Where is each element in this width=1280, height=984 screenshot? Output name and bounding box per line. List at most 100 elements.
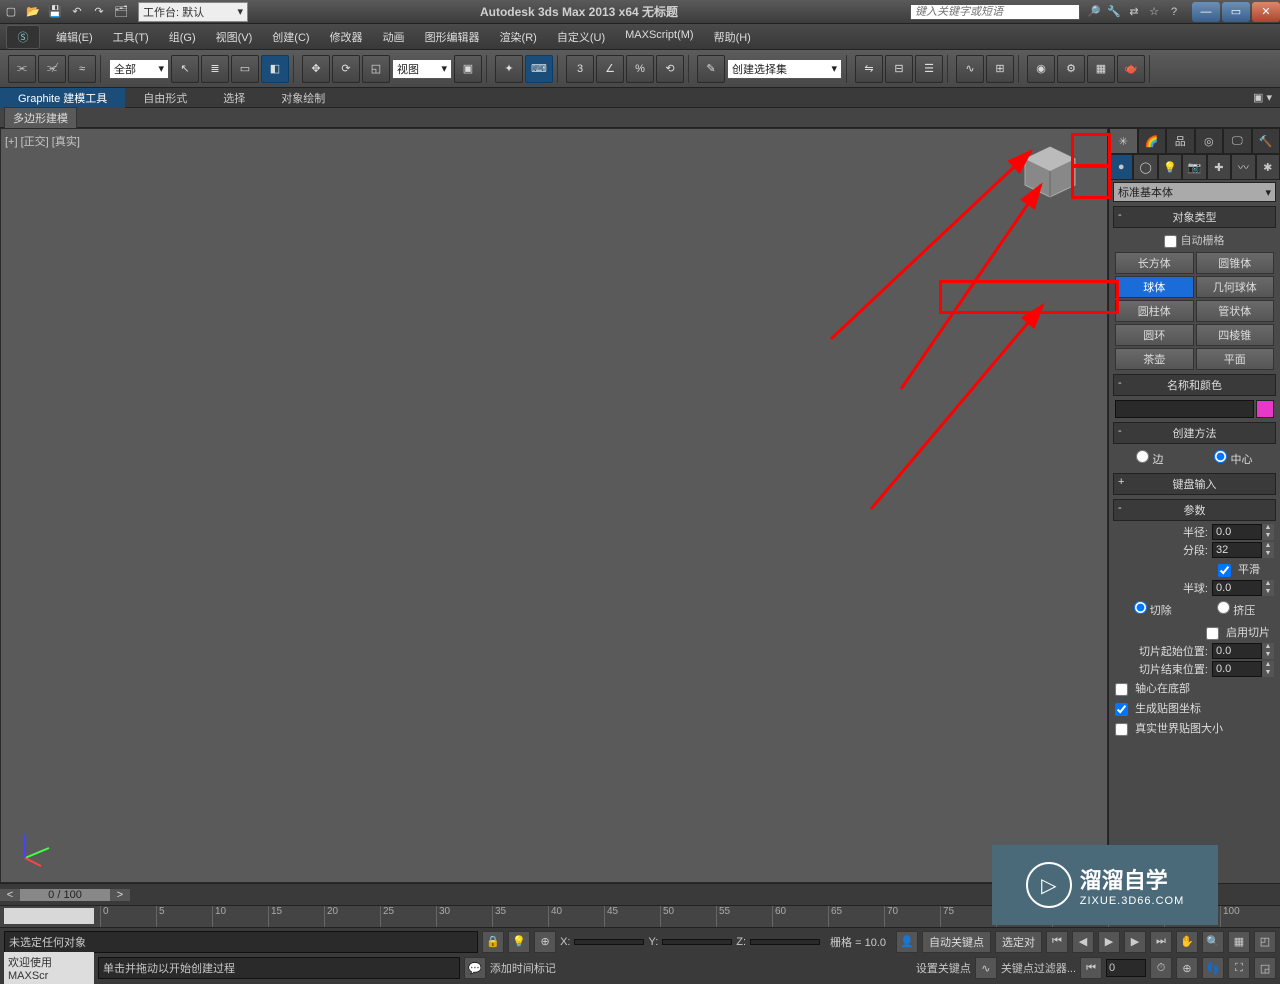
geosphere-button[interactable]: 几何球体 <box>1196 276 1275 298</box>
ribbon-dropdown-icon[interactable]: ▣ ▾ <box>1245 89 1280 106</box>
render-setup-icon[interactable]: ⚙ <box>1057 55 1085 83</box>
maximize-button[interactable]: ▭ <box>1222 2 1250 22</box>
slice-from-spinner[interactable]: 0.0▲▼ <box>1212 643 1274 659</box>
link-icon[interactable]: ⫘ <box>8 55 36 83</box>
geometry-icon[interactable]: ● <box>1109 154 1133 180</box>
slice-on-checkbox[interactable]: 启用切片 <box>1206 627 1270 639</box>
segments-spinner[interactable]: 32▲▼ <box>1212 542 1274 558</box>
close-button[interactable]: ✕ <box>1252 2 1280 22</box>
helpers-icon[interactable]: ✚ <box>1207 154 1231 180</box>
nav-zoom-icon[interactable]: 🔍 <box>1202 931 1224 953</box>
nav-orbit-icon[interactable]: ⊕ <box>1176 957 1198 979</box>
percent-snap-icon[interactable]: % <box>626 55 654 83</box>
real-world-checkbox[interactable]: 真实世界贴图大小 <box>1115 723 1223 735</box>
menu-maxscript[interactable]: MAXScript(M) <box>615 26 703 48</box>
time-tag-label[interactable]: 添加时间标记 <box>490 960 556 976</box>
next-frame-icon[interactable]: ▶ <box>1124 931 1146 953</box>
lock-selection-icon[interactable]: 🔒 <box>482 931 504 953</box>
viewcube[interactable] <box>1015 137 1085 207</box>
play-icon[interactable]: ▶ <box>1098 931 1120 953</box>
prev-frame-icon[interactable]: ◀ <box>1072 931 1094 953</box>
menu-view[interactable]: 视图(V) <box>206 26 263 48</box>
create-tab-icon[interactable]: ✳ <box>1109 128 1138 154</box>
selection-filter-dropdown[interactable]: 全部▾ <box>109 59 169 79</box>
mirror-icon[interactable]: ⇋ <box>855 55 883 83</box>
save-icon[interactable]: 💾 <box>45 2 65 22</box>
object-color-swatch[interactable] <box>1256 400 1274 418</box>
app-menu-button[interactable]: Ⓢ <box>6 25 40 49</box>
help-icon[interactable]: ? <box>1164 2 1184 22</box>
rect-select-icon[interactable]: ▭ <box>231 55 259 83</box>
workspace-dropdown[interactable]: 工作台: 默认▾ <box>138 2 248 22</box>
x-coord[interactable] <box>574 939 644 945</box>
menu-rendering[interactable]: 渲染(R) <box>490 26 547 48</box>
scale-icon[interactable]: ◱ <box>362 55 390 83</box>
poly-modeling-button[interactable]: 多边形建模 <box>4 107 77 129</box>
display-tab-icon[interactable]: 🖵 <box>1223 128 1252 154</box>
project-icon[interactable]: 🗂 <box>111 2 131 22</box>
new-icon[interactable]: ▢ <box>1 2 21 22</box>
slice-to-spinner[interactable]: 0.0▲▼ <box>1212 661 1274 677</box>
edge-radio[interactable]: 边 <box>1136 450 1163 467</box>
z-coord[interactable] <box>750 939 820 945</box>
isolate-icon[interactable]: 💡 <box>508 931 530 953</box>
window-crossing-icon[interactable]: ◧ <box>261 55 289 83</box>
current-frame-field[interactable]: 0 <box>1106 959 1146 977</box>
tube-button[interactable]: 管状体 <box>1196 300 1275 322</box>
select-icon[interactable]: ↖ <box>171 55 199 83</box>
menu-animation[interactable]: 动画 <box>373 26 415 48</box>
time-next-icon[interactable]: > <box>110 889 130 901</box>
nav-region-icon[interactable]: ◰ <box>1254 931 1276 953</box>
redo-icon[interactable]: ↷ <box>89 2 109 22</box>
category-dropdown[interactable]: 标准基本体▾ <box>1113 182 1276 202</box>
star-icon[interactable]: ☆ <box>1144 2 1164 22</box>
search-input[interactable] <box>910 4 1080 20</box>
render-icon[interactable]: 🫖 <box>1117 55 1145 83</box>
spacewarps-icon[interactable]: 〰 <box>1231 154 1255 180</box>
radius-spinner[interactable]: 0.0▲▼ <box>1212 524 1274 540</box>
base-pivot-checkbox[interactable]: 轴心在底部 <box>1115 683 1190 695</box>
viewport-label[interactable]: [+] [正交] [真实] <box>5 133 80 149</box>
time-thumb[interactable]: 0 / 100 <box>20 889 110 901</box>
rollout-object-type[interactable]: -对象类型 <box>1113 206 1276 228</box>
cameras-icon[interactable]: 📷 <box>1182 154 1206 180</box>
schematic-icon[interactable]: ⊞ <box>986 55 1014 83</box>
binoculars-icon[interactable]: 🔎 <box>1084 2 1104 22</box>
rollout-keyboard-entry[interactable]: +键盘输入 <box>1113 473 1276 495</box>
move-icon[interactable]: ✥ <box>302 55 330 83</box>
menu-edit[interactable]: 编辑(E) <box>46 26 103 48</box>
y-coord[interactable] <box>662 939 732 945</box>
tab-freeform[interactable]: 自由形式 <box>125 88 205 108</box>
shapes-icon[interactable]: ◯ <box>1133 154 1157 180</box>
torus-button[interactable]: 圆环 <box>1115 324 1194 346</box>
goto-end-icon[interactable]: ⏭ <box>1150 931 1172 953</box>
layers-icon[interactable]: ☰ <box>915 55 943 83</box>
named-selection-dropdown[interactable]: 创建选择集▾ <box>727 59 842 79</box>
key-toggle-icon[interactable]: ⏮ <box>1080 957 1102 979</box>
undo-icon[interactable]: ↶ <box>67 2 87 22</box>
cone-button[interactable]: 圆锥体 <box>1196 252 1275 274</box>
manipulate-icon[interactable]: ✦ <box>495 55 523 83</box>
autogrid-checkbox[interactable]: 自动栅格 <box>1109 230 1280 250</box>
hierarchy-tab-icon[interactable]: 品 <box>1166 128 1195 154</box>
bind-spacewarp-icon[interactable]: ≈ <box>68 55 96 83</box>
nav-minmax-icon[interactable]: ◲ <box>1254 957 1276 979</box>
curve-editor-icon[interactable]: ∿ <box>956 55 984 83</box>
chop-radio[interactable]: 切除 <box>1134 601 1172 618</box>
menu-grapheditors[interactable]: 图形编辑器 <box>415 26 490 48</box>
smooth-checkbox[interactable]: 平滑 <box>1218 564 1260 576</box>
viewport[interactable]: [+] [正交] [真实] <box>0 128 1108 883</box>
tab-selection[interactable]: 选择 <box>205 88 263 108</box>
gen-uv-checkbox[interactable]: 生成贴图坐标 <box>1115 703 1201 715</box>
align-icon[interactable]: ⊟ <box>885 55 913 83</box>
maxscript-listener[interactable]: 欢迎使用 MAXScr <box>4 952 94 984</box>
menu-create[interactable]: 创建(C) <box>262 26 319 48</box>
unlink-icon[interactable]: ⫘̸ <box>38 55 66 83</box>
nav-fov-icon[interactable]: ▦ <box>1228 931 1250 953</box>
rotate-icon[interactable]: ⟳ <box>332 55 360 83</box>
keyboard-shortcut-icon[interactable]: ⌨ <box>525 55 553 83</box>
coord-display-icon[interactable]: ⊕ <box>534 931 556 953</box>
systems-icon[interactable]: ✱ <box>1256 154 1280 180</box>
spinner-snap-icon[interactable]: ⟲ <box>656 55 684 83</box>
goto-start-icon[interactable]: ⏮ <box>1046 931 1068 953</box>
